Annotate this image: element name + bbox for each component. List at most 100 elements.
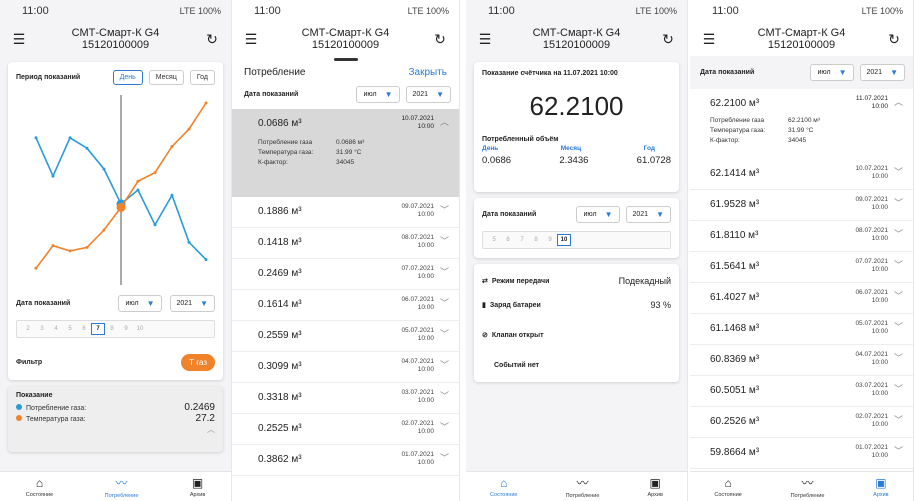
refresh-icon[interactable]: ↻	[885, 32, 903, 46]
refresh-icon[interactable]: ↻	[431, 32, 449, 46]
list-item[interactable]: 61.4027 м³ 06.07.2021 10:00 ﹀	[690, 283, 913, 314]
row-date: 02.07.2021 10:00	[855, 413, 888, 429]
consumption-chart[interactable]	[16, 95, 216, 285]
detail-value: 31.99 °C	[336, 149, 362, 156]
day-chip[interactable]: 9	[543, 237, 557, 243]
menu-icon[interactable]: ☰	[10, 32, 28, 46]
tab-day[interactable]: День	[112, 70, 143, 85]
list-item[interactable]: 61.9528 м³ 09.07.2021 10:00 ﹀	[690, 190, 913, 221]
chevron-down-icon[interactable]: ﹀	[440, 327, 449, 343]
day-chip[interactable]: 6	[77, 326, 91, 332]
nav-consumption[interactable]: 〰 Потребление	[791, 474, 825, 499]
status-bar: 11:00 LTE 100%	[690, 0, 913, 22]
row-time-text: 10:00	[417, 428, 434, 435]
list-item[interactable]: 0.2469 м³ 07.07.2021 10:00 ﹀	[232, 259, 459, 290]
row-date-text: 06.07.2021	[855, 289, 888, 296]
year-select[interactable]: 2021 ▼	[625, 206, 671, 223]
day-chip[interactable]: 9	[119, 326, 133, 332]
screen-chart: 11:00 LTE 100% ☰ СМТ-Смарт-К G4 15120100…	[0, 0, 232, 501]
nav-consumption[interactable]: 〰 Потребление	[566, 474, 600, 499]
chevron-down-icon[interactable]: ﹀	[894, 351, 903, 367]
list-item[interactable]: 0.2525 м³ 02.07.2021 10:00 ﹀	[232, 414, 459, 445]
dropdown-icon: ▼	[890, 68, 898, 77]
chevron-down-icon[interactable]: ﹀	[440, 389, 449, 405]
chevron-down-icon[interactable]: ﹀	[440, 451, 449, 467]
nav-status[interactable]: ⌂ Состояние	[714, 476, 741, 498]
menu-icon[interactable]: ☰	[700, 32, 718, 46]
row-date: 04.07.2021 10:00	[401, 358, 434, 374]
list-item[interactable]: 61.5641 м³ 07.07.2021 10:00 ﹀	[690, 252, 913, 283]
month-select[interactable]: июл ▼	[576, 206, 620, 223]
data-point	[51, 244, 55, 248]
chevron-down-icon[interactable]: ﹀	[894, 413, 903, 429]
collapse-icon[interactable]: ︿	[440, 115, 449, 131]
chevron-down-icon[interactable]: ﹀	[894, 258, 903, 274]
chevron-down-icon[interactable]: ﹀	[894, 444, 903, 460]
row-time-text: 10:00	[417, 211, 434, 218]
menu-icon[interactable]: ☰	[242, 32, 260, 46]
tab-month[interactable]: Месяц	[148, 70, 184, 85]
expanded-row[interactable]: 0.0686 м³ 10.07.2021 10:00 ︿ Потребление г…	[232, 109, 459, 197]
list-item[interactable]: 0.3318 м³ 03.07.2021 10:00 ﹀	[232, 383, 459, 414]
year-select[interactable]: 2021 ▼	[169, 295, 215, 312]
day-chip[interactable]: 8	[105, 326, 119, 332]
year-select[interactable]: 2021 ▼	[859, 64, 905, 81]
chevron-down-icon[interactable]: ﹀	[440, 420, 449, 436]
tab-year[interactable]: Год	[189, 70, 215, 85]
list-item[interactable]: 61.1468 м³ 05.07.2021 10:00 ﹀	[690, 314, 913, 345]
list-item[interactable]: 60.8369 м³ 04.07.2021 10:00 ﹀	[690, 345, 913, 376]
nav-consumption[interactable]: 〰 Потребление	[105, 474, 139, 499]
list-item[interactable]: 0.2559 м³ 05.07.2021 10:00 ﹀	[232, 321, 459, 352]
day-chip[interactable]: 7	[515, 237, 529, 243]
close-button[interactable]: Закрыть	[408, 67, 447, 78]
year-select[interactable]: 2021 ▼	[405, 86, 451, 103]
chevron-down-icon[interactable]: ﹀	[894, 196, 903, 212]
chevron-down-icon[interactable]: ﹀	[894, 320, 903, 336]
day-chip[interactable]: 6	[501, 237, 515, 243]
list-item[interactable]: 0.3862 м³ 01.07.2021 10:00 ﹀	[232, 445, 459, 476]
day-chip[interactable]: 2	[21, 326, 35, 332]
row-value: 0.2469 м³	[258, 268, 302, 279]
month-select[interactable]: июл ▼	[356, 86, 400, 103]
expanded-row[interactable]: 62.2100 м³ 11.07.2021 10:00 ︿ Потребление …	[690, 89, 913, 159]
chevron-down-icon[interactable]: ﹀	[894, 165, 903, 181]
nav-archive[interactable]: ▣ Архив	[190, 476, 205, 498]
chevron-down-icon[interactable]: ﹀	[440, 296, 449, 312]
day-chip[interactable]: 7	[91, 323, 105, 335]
day-chip[interactable]: 4	[49, 326, 63, 332]
day-chip[interactable]: 5	[487, 237, 501, 243]
list-item[interactable]: 62.1414 м³ 10.07.2021 10:00 ﹀	[690, 159, 913, 190]
nav-archive[interactable]: ▣ Архив	[873, 476, 888, 498]
chevron-down-icon[interactable]: ﹀	[440, 203, 449, 219]
list-item[interactable]: 0.1614 м³ 06.07.2021 10:00 ﹀	[232, 290, 459, 321]
month-select[interactable]: июл ▼	[118, 295, 162, 312]
list-item[interactable]: 0.1418 м³ 08.07.2021 10:00 ﹀	[232, 228, 459, 259]
chevron-down-icon[interactable]: ﹀	[440, 358, 449, 374]
day-chip[interactable]: 3	[35, 326, 49, 332]
nav-status[interactable]: ⌂ Состояние	[26, 476, 53, 498]
chevron-down-icon[interactable]: ﹀	[440, 234, 449, 250]
day-chip[interactable]: 10	[133, 326, 147, 332]
collapse-icon[interactable]: ︿	[16, 424, 215, 435]
chevron-down-icon[interactable]: ﹀	[894, 227, 903, 243]
month-select[interactable]: июл ▼	[810, 64, 854, 81]
chevron-down-icon[interactable]: ﹀	[440, 265, 449, 281]
list-item[interactable]: 0.1886 м³ 09.07.2021 10:00 ﹀	[232, 197, 459, 228]
filter-button[interactable]: Т газ	[181, 354, 215, 371]
list-item[interactable]: 59.8664 м³ 01.07.2021 10:00 ﹀	[690, 438, 913, 469]
refresh-icon[interactable]: ↻	[659, 32, 677, 46]
list-item[interactable]: 61.8110 м³ 08.07.2021 10:00 ﹀	[690, 221, 913, 252]
nav-status[interactable]: ⌂ Состояние	[490, 476, 517, 498]
refresh-icon[interactable]: ↻	[203, 32, 221, 46]
nav-archive[interactable]: ▣ Архив	[648, 476, 663, 498]
chevron-down-icon[interactable]: ﹀	[894, 289, 903, 305]
menu-icon[interactable]: ☰	[476, 32, 494, 46]
day-chip[interactable]: 8	[529, 237, 543, 243]
list-item[interactable]: 0.3099 м³ 04.07.2021 10:00 ﹀	[232, 352, 459, 383]
list-item[interactable]: 60.2526 м³ 02.07.2021 10:00 ﹀	[690, 407, 913, 438]
day-chip[interactable]: 10	[557, 234, 571, 246]
chevron-down-icon[interactable]: ﹀	[894, 382, 903, 398]
day-chip[interactable]: 5	[63, 326, 77, 332]
list-item[interactable]: 60.5051 м³ 03.07.2021 10:00 ﹀	[690, 376, 913, 407]
collapse-icon[interactable]: ︿	[894, 95, 903, 111]
